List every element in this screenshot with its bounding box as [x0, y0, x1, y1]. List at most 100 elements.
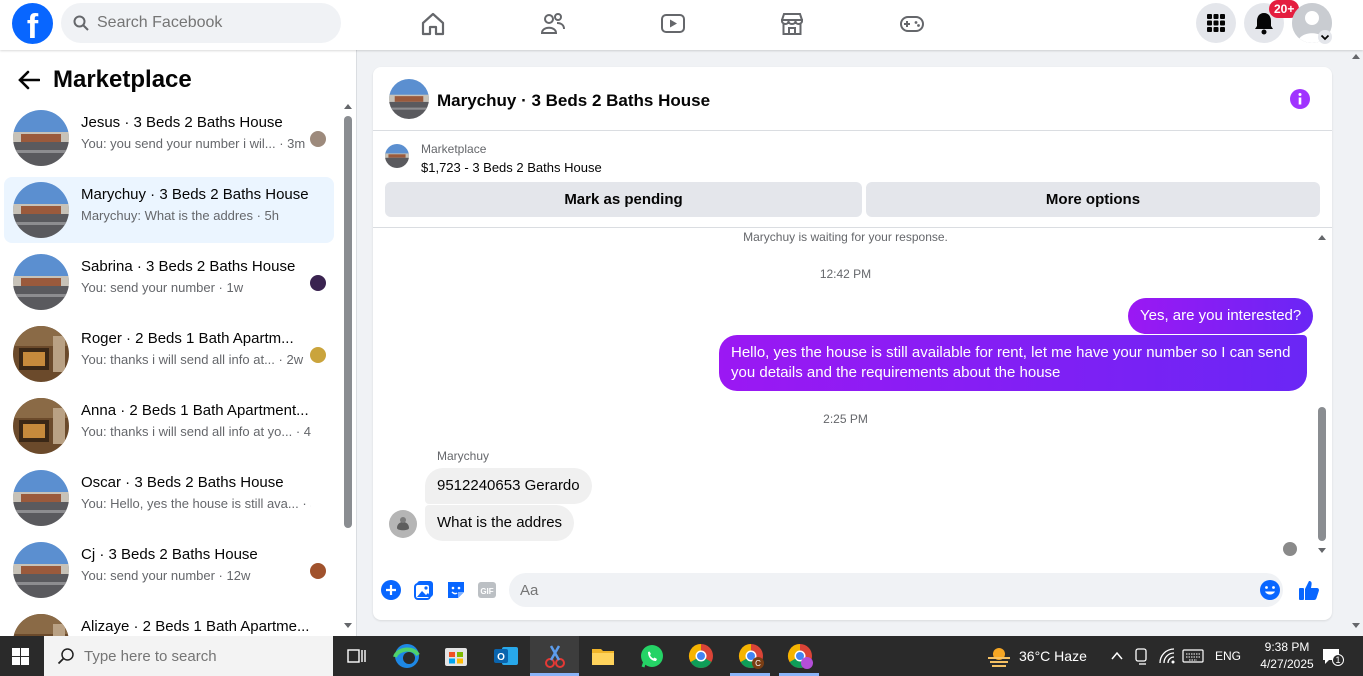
taskbar-search-input[interactable]: [84, 636, 324, 676]
message-composer: GIF: [373, 567, 1332, 620]
sticker-icon[interactable]: [445, 579, 467, 601]
conversation-thumbnail: [13, 470, 69, 526]
sender-name: Marychuy: [437, 449, 490, 463]
outgoing-message[interactable]: Hello, yes the house is still available …: [719, 335, 1307, 391]
listing-price-title[interactable]: $1,723 - 3 Beds 2 Baths House: [421, 160, 602, 175]
message-input[interactable]: [509, 573, 1283, 607]
taskbar-clock-date[interactable]: 4/27/2025: [1256, 657, 1318, 671]
house-thumbnail-image: [13, 182, 69, 238]
svg-text:GIF: GIF: [480, 587, 493, 596]
account-chevron-down-icon[interactable]: [1318, 30, 1332, 44]
house-thumbnail-image: [13, 542, 69, 598]
conversation-preview: You: thanks i will send all info at... ·…: [81, 352, 304, 367]
meet-now-icon[interactable]: [1134, 647, 1150, 665]
mark-as-pending-button[interactable]: Mark as pending: [385, 182, 862, 217]
wifi-icon[interactable]: [1158, 647, 1176, 665]
facebook-logo[interactable]: f: [12, 3, 53, 44]
conversation-name: Marychuy · 3 Beds 2 Baths House: [81, 186, 309, 203]
plus-circle-icon[interactable]: [380, 579, 402, 601]
chrome-profile-c-icon[interactable]: C: [731, 640, 771, 672]
incoming-message[interactable]: What is the addres: [425, 505, 575, 541]
outgoing-message-line: you details and the requirements about t…: [731, 364, 1061, 381]
back-arrow-icon[interactable]: [18, 70, 40, 90]
top-navigation-bar: f 20+: [0, 0, 1363, 50]
conversation-name: Anna · 2 Beds 1 Bath Apartment...: [81, 402, 309, 419]
conversation-preview: You: send your number · 12w: [81, 568, 251, 583]
chat-title[interactable]: Marychuy · 3 Beds 2 Baths House: [437, 91, 710, 111]
watch-video-icon[interactable]: [660, 11, 686, 37]
conversation-thumbnail: [13, 110, 69, 166]
emoji-icon[interactable]: [1259, 579, 1281, 601]
listing-thumbnail[interactable]: [385, 144, 409, 168]
menu-button[interactable]: [1196, 3, 1236, 43]
sender-avatar-image: [389, 510, 417, 538]
outlook-icon[interactable]: O: [486, 640, 526, 672]
conversation-thumbnail: [13, 398, 69, 454]
seen-avatar: [310, 347, 326, 363]
taskbar-clock-time[interactable]: 9:38 PM: [1256, 640, 1318, 654]
conversations-sidebar: Marketplace Jesus · 3 Beds 2 Baths House…: [0, 50, 357, 670]
taskbar-search-icon: [57, 648, 74, 665]
more-options-button[interactable]: More options: [866, 182, 1320, 217]
facebook-logo-letter: f: [26, 8, 39, 44]
file-explorer-icon[interactable]: [583, 640, 623, 672]
sidebar-title: Marketplace: [53, 66, 192, 93]
svg-text:C: C: [755, 659, 761, 668]
whatsapp-icon[interactable]: [632, 640, 672, 672]
chat-listing-avatar[interactable]: [389, 79, 429, 119]
seen-avatar: [310, 131, 326, 147]
room-thumbnail-image: [13, 398, 69, 454]
thumbs-up-icon[interactable]: [1298, 579, 1320, 601]
friends-icon[interactable]: [540, 11, 566, 37]
scroll-up-arrow-icon[interactable]: [343, 102, 353, 110]
timestamp: 2:25 PM: [823, 412, 868, 426]
chat-scrollbar[interactable]: [1318, 407, 1326, 541]
scroll-down-arrow-icon[interactable]: [343, 622, 353, 630]
house-thumbnail-image: [385, 144, 409, 168]
search-input[interactable]: [97, 3, 327, 43]
gif-icon[interactable]: GIF: [476, 579, 498, 601]
chrome-icon[interactable]: [681, 640, 721, 672]
windows-start-icon[interactable]: [12, 648, 29, 665]
sender-avatar[interactable]: [389, 510, 417, 538]
sidebar-scrollbar[interactable]: [344, 116, 352, 528]
language-indicator[interactable]: ENG: [1215, 649, 1241, 663]
page-scroll-down-arrow-icon[interactable]: [1351, 622, 1361, 630]
chrome-profile-icon[interactable]: [780, 640, 820, 672]
conversation-preview: Marychuy: What is the addres · 5h: [81, 208, 279, 223]
info-icon[interactable]: [1290, 89, 1310, 109]
search-box[interactable]: [61, 3, 341, 43]
conversation-item[interactable]: Anna · 2 Beds 1 Bath Apartment... You: th…: [4, 393, 334, 459]
conversation-thumbnail: [13, 254, 69, 310]
listing-summary: Marketplace $1,723 - 3 Beds 2 Baths Hous…: [373, 132, 1332, 228]
incoming-message[interactable]: 9512240653 Gerardo: [425, 468, 592, 504]
photo-attach-icon[interactable]: [413, 579, 435, 601]
conversation-item[interactable]: Cj · 3 Beds 2 Baths House You: send your …: [4, 537, 334, 603]
home-icon[interactable]: [420, 11, 446, 37]
keyboard-icon[interactable]: [1182, 648, 1204, 664]
room-thumbnail-image: [13, 326, 69, 382]
page-scroll-up-arrow-icon[interactable]: [1351, 52, 1361, 60]
microsoft-store-icon[interactable]: [436, 640, 476, 672]
marketplace-icon[interactable]: [779, 11, 805, 37]
outgoing-message[interactable]: Yes, are you interested?: [1128, 298, 1314, 334]
conversation-item[interactable]: Marychuy · 3 Beds 2 Baths House Marychuy:…: [4, 177, 334, 243]
edge-browser-icon[interactable]: [387, 640, 427, 672]
conversation-name: Oscar · 3 Beds 2 Baths House: [81, 474, 284, 491]
chat-scroll-up-arrow-icon[interactable]: [1317, 233, 1327, 241]
conversation-item[interactable]: Sabrina · 3 Beds 2 Baths House You: send …: [4, 249, 334, 315]
task-view-icon[interactable]: [336, 640, 376, 672]
taskbar-search-box[interactable]: [44, 636, 333, 676]
gaming-icon[interactable]: [899, 11, 925, 37]
weather-text[interactable]: 36°C Haze: [1019, 648, 1087, 664]
conversation-thumbnail: [13, 542, 69, 598]
conversation-item[interactable]: Oscar · 3 Beds 2 Baths House You: Hello, …: [4, 465, 334, 531]
system-tray-chevron-up-icon[interactable]: [1110, 649, 1124, 663]
chat-scroll-down-arrow-icon[interactable]: [1317, 547, 1327, 555]
snipping-tool-icon[interactable]: [535, 640, 575, 672]
weather-haze-icon[interactable]: [986, 644, 1012, 668]
conversation-preview: You: thanks i will send all info at yo..…: [81, 424, 311, 439]
search-icon: [73, 15, 89, 31]
conversation-item[interactable]: Jesus · 3 Beds 2 Baths House You: you sen…: [4, 105, 334, 171]
conversation-item[interactable]: Roger · 2 Beds 1 Bath Apartm... You: than…: [4, 321, 334, 387]
